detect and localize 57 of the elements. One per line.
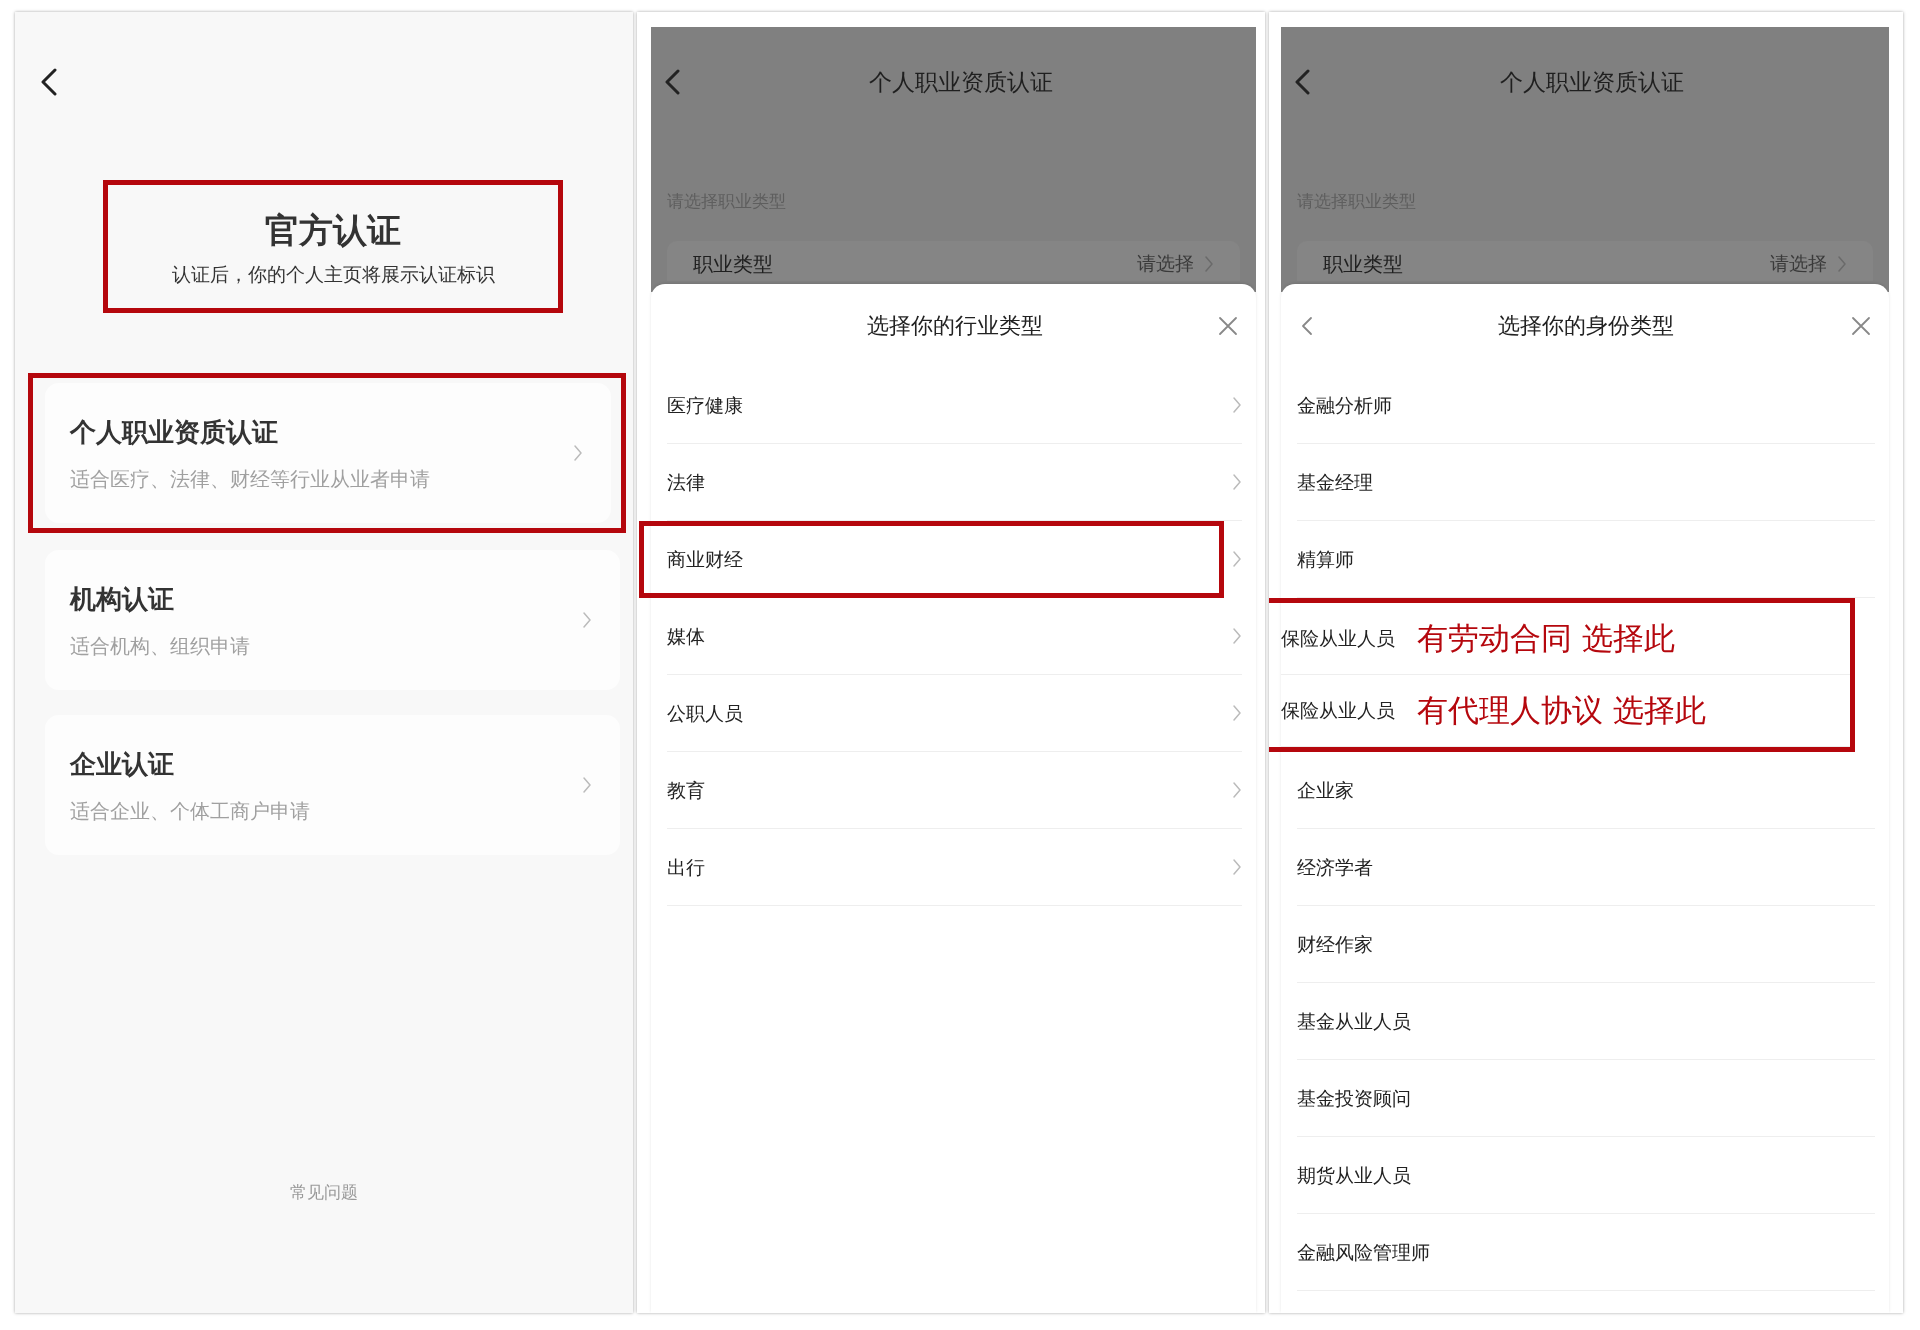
industry-option[interactable]: 医疗健康 <box>667 390 1232 420</box>
chevron-right-icon <box>1232 396 1242 414</box>
chevron-right-icon <box>1232 704 1242 722</box>
identity-option[interactable]: 基金经理 <box>1297 467 1875 497</box>
industry-option[interactable]: 公职人员 <box>667 698 1232 728</box>
chevron-right-icon <box>1232 550 1242 568</box>
annotation-note: 有劳动合同 选择此 <box>1417 619 1675 659</box>
chevron-right-icon <box>1232 473 1242 491</box>
identity-option[interactable]: 基金从业人员 <box>1297 1006 1875 1036</box>
field-placeholder: 请选择 <box>1137 251 1194 277</box>
close-icon[interactable] <box>1851 315 1871 336</box>
industry-option[interactable]: 法律 <box>667 467 1232 497</box>
certification-card[interactable]: 个人职业资质认证 适合医疗、法律、财经等行业从业者申请 <box>45 383 611 523</box>
field-placeholder: 请选择 <box>1770 251 1827 277</box>
page-title: 官方认证 <box>265 208 401 252</box>
identity-option[interactable]: 基金投资顾问 <box>1297 1083 1875 1113</box>
certification-card[interactable]: 企业认证 适合企业、个体工商户申请 <box>45 715 620 855</box>
select-field[interactable]: 职业类型 请选择 <box>667 240 1240 281</box>
identity-option[interactable]: 金融风险管理师 <box>1297 1237 1875 1267</box>
field-label: 职业类型 <box>1323 250 1404 278</box>
chevron-right-icon <box>582 776 592 794</box>
card-subtitle: 适合机构、组织申请 <box>70 632 251 660</box>
close-icon[interactable] <box>1218 315 1238 336</box>
chevron-right-icon <box>582 611 592 629</box>
card-subtitle: 适合企业、个体工商户申请 <box>70 797 311 825</box>
select-field[interactable]: 职业类型 请选择 <box>1297 240 1873 281</box>
page-subtitle: 认证后，你的个人主页将展示认证标识 <box>171 261 495 287</box>
page-title: 个人职业资质认证 <box>1500 67 1684 97</box>
page-title: 个人职业资质认证 <box>868 67 1053 97</box>
chevron-right-icon <box>1837 254 1847 273</box>
sheet-title: 选择你的行业类型 <box>866 312 1043 340</box>
chevron-right-icon <box>1204 254 1214 273</box>
identity-option[interactable]: 精算师 <box>1297 544 1875 574</box>
back-icon[interactable] <box>41 68 58 96</box>
sheet-title: 选择你的身份类型 <box>1498 312 1674 340</box>
card-title: 企业认证 <box>70 747 175 781</box>
identity-option[interactable]: 金融分析师 <box>1297 390 1875 420</box>
industry-option[interactable]: 教育 <box>667 775 1232 805</box>
identity-option[interactable]: 期货从业人员 <box>1297 1160 1875 1190</box>
chevron-right-icon <box>1232 781 1242 799</box>
identity-option[interactable]: 企业家 <box>1297 775 1875 805</box>
chevron-right-icon <box>1232 627 1242 645</box>
industry-option[interactable]: 媒体 <box>667 621 1232 651</box>
industry-option[interactable]: 商业财经 <box>667 544 1219 574</box>
identity-option[interactable]: 保险从业人员 <box>1281 624 1395 653</box>
chevron-right-icon <box>573 444 583 462</box>
chevron-right-icon <box>1232 858 1242 876</box>
identity-option[interactable]: 保险从业人员 <box>1281 696 1395 725</box>
field-label: 职业类型 <box>693 250 774 278</box>
identity-option[interactable]: 财经作家 <box>1297 929 1875 959</box>
identity-option[interactable]: 经济学者 <box>1297 852 1875 882</box>
annotation-note: 有代理人协议 选择此 <box>1417 691 1706 731</box>
industry-option[interactable]: 出行 <box>667 852 1232 882</box>
card-title: 个人职业资质认证 <box>70 415 279 449</box>
card-subtitle: 适合医疗、法律、财经等行业从业者申请 <box>70 465 431 493</box>
certification-card[interactable]: 机构认证 适合机构、组织申请 <box>45 550 620 690</box>
card-title: 机构认证 <box>70 582 175 616</box>
